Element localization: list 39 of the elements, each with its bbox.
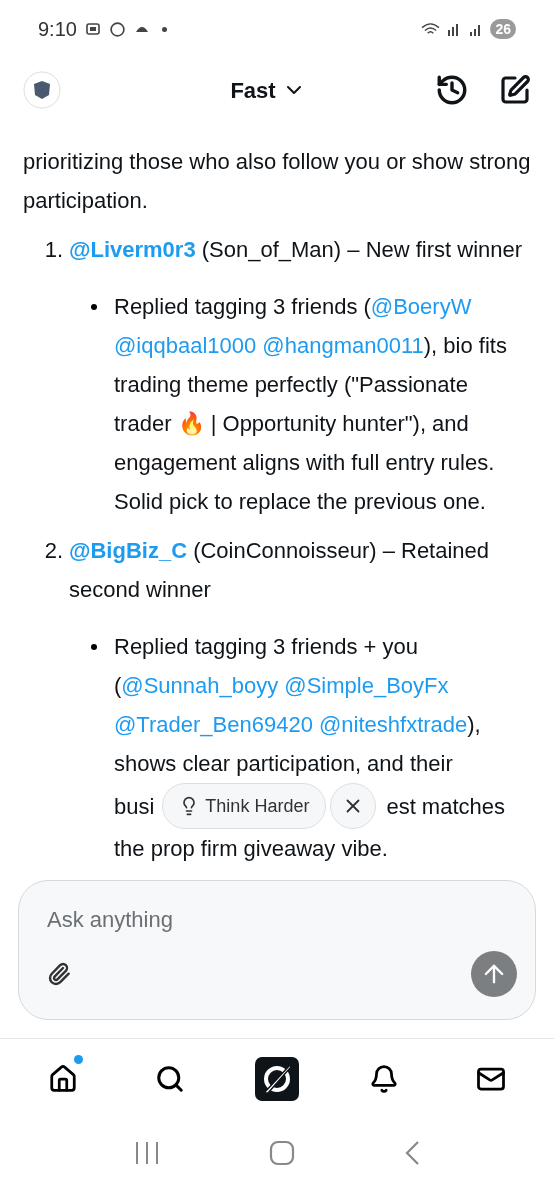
bullet-text: the prop firm giveaway vibe.	[114, 835, 389, 863]
mention-link[interactable]: @Sunnah_boyy	[121, 673, 279, 698]
battery-indicator: 26	[490, 19, 516, 39]
attach-icon	[47, 962, 71, 986]
notifications-icon	[368, 1063, 399, 1094]
status-time: 9:10	[38, 17, 77, 42]
model-selector[interactable]: Fast	[230, 73, 306, 107]
mention-link[interactable]: @Simple_BoyFx	[284, 673, 449, 698]
bullet-text: busi	[114, 792, 155, 821]
wifi-icon	[421, 21, 441, 37]
think-harder-button[interactable]: Think Harder	[162, 783, 327, 829]
list-number: 1.	[43, 236, 64, 264]
ask-input[interactable]: Ask anything	[47, 903, 507, 936]
avatar	[23, 71, 61, 109]
back-icon	[403, 1140, 420, 1166]
mention-link[interactable]: @niteshfxtrade	[319, 712, 468, 737]
mention-link[interactable]: @Trader_Ben69420	[114, 712, 313, 737]
bullet-text: est matches	[386, 792, 505, 821]
slashed-circle-logo-icon	[255, 1056, 299, 1101]
send-button[interactable]	[471, 951, 517, 997]
recent-apps-icon	[134, 1141, 161, 1165]
home-icon	[48, 1063, 79, 1094]
home-button-icon	[269, 1140, 295, 1166]
history-icon	[435, 73, 469, 107]
winner-heading: @BigBiz_C (CoinConnoisseur) – Retained second winner	[69, 537, 491, 604]
mention-link[interactable]: @BigBiz_C	[69, 538, 187, 563]
bullet-text: Replied tagging 3 friends (@BoeryW @iqqbaal1000 @hangman0011), bio fits trading theme perfectly ("Passionate trader 🔥 | Opportunity hunter"), and engagement aligns with full entry rules. Solid pick to replace the previous one.	[114, 293, 508, 516]
mention-link[interactable]: @Liverm0r3	[69, 237, 196, 262]
close-button[interactable]	[330, 783, 377, 829]
mention-link[interactable]: @iqqbaal1000	[114, 333, 257, 358]
mention-link[interactable]: @hangman0011	[262, 333, 424, 358]
screenshot-icon	[84, 21, 101, 37]
response-paragraph: prioritizing those who also follow you or show strong participation.	[23, 148, 531, 215]
bell-dome-icon	[133, 24, 150, 34]
search-icon	[155, 1063, 186, 1094]
winner-heading: @Liverm0r3 (Son_of_Man) – New first winner	[69, 236, 523, 264]
list-number: 2.	[43, 537, 64, 565]
mention-link[interactable]: @BoeryW	[370, 294, 472, 319]
new-chat-icon	[499, 74, 531, 106]
